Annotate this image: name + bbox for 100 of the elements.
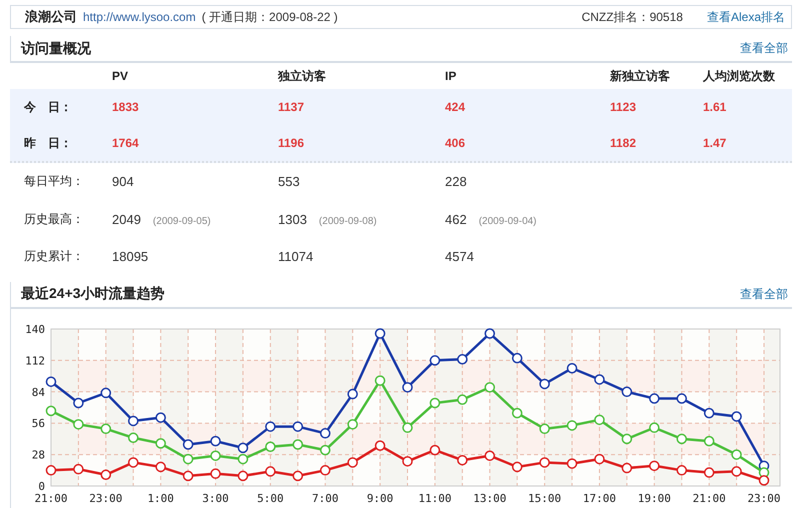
point xyxy=(649,460,660,471)
section-title: 访问量概况 xyxy=(21,40,91,58)
point xyxy=(731,466,742,476)
point xyxy=(594,453,605,464)
point xyxy=(182,438,194,450)
point xyxy=(320,428,330,438)
stat-value: 904 xyxy=(112,174,134,190)
point xyxy=(182,470,194,481)
view-all-link[interactable]: 查看全部 xyxy=(740,286,788,302)
axis-label: 23:00 xyxy=(747,492,781,504)
column-header: 人均浏览次数 xyxy=(703,68,776,84)
column-header: IP xyxy=(445,69,458,83)
point xyxy=(457,394,468,404)
stat-value: 4574 xyxy=(445,249,474,264)
stat-value: 1123 xyxy=(610,100,636,114)
point xyxy=(265,466,276,476)
point xyxy=(484,328,496,338)
axis-label: 17:00 xyxy=(582,492,616,504)
view-all-link[interactable]: 查看全部 xyxy=(740,40,788,57)
point xyxy=(731,410,742,422)
axis-label: 28 xyxy=(32,448,45,462)
point xyxy=(512,407,522,418)
point xyxy=(402,422,413,432)
point xyxy=(320,444,330,455)
stat-value: 2049 xyxy=(112,212,141,227)
point xyxy=(704,407,714,418)
axis-label: 56 xyxy=(32,416,45,430)
point xyxy=(128,432,139,443)
column-header: PV xyxy=(112,69,130,83)
stat-value: 406 xyxy=(445,136,466,150)
point xyxy=(210,435,221,446)
point xyxy=(402,382,413,392)
axis-label: 3:00 xyxy=(202,492,229,504)
point xyxy=(676,392,687,404)
axis-label: 0 xyxy=(38,480,45,492)
point xyxy=(238,470,248,481)
axis-label: 13:00 xyxy=(473,492,506,504)
point xyxy=(676,433,687,444)
stat-value: 424 xyxy=(445,100,466,114)
axis-label: 112 xyxy=(25,354,45,367)
axis-label: 23:00 xyxy=(89,492,122,504)
stat-value: 1764 xyxy=(112,136,139,150)
alexa-link[interactable]: 查看Alexa排名 xyxy=(706,8,785,26)
section-title: 最近24+3小时流量趋势 xyxy=(21,285,165,303)
point xyxy=(539,423,550,434)
axis-label: 21:00 xyxy=(34,492,68,504)
point xyxy=(539,456,550,468)
axis-label: 84 xyxy=(32,385,45,398)
stat-value: 11074 xyxy=(278,249,314,264)
point xyxy=(430,444,440,455)
point xyxy=(649,422,660,432)
axis-label: 15:00 xyxy=(528,492,562,504)
point xyxy=(539,378,550,389)
axis-label: 21:00 xyxy=(692,492,726,504)
column-header: 新独立访客 xyxy=(610,68,671,84)
site-url: http://www.lysoo.com xyxy=(83,10,196,24)
point xyxy=(46,464,56,476)
axis-label: 11:00 xyxy=(418,492,452,504)
point xyxy=(374,440,386,450)
point xyxy=(100,469,112,480)
row-label: 历史累计： xyxy=(24,248,85,266)
record-date: (2009-09-04) xyxy=(478,216,537,227)
row-label: 今 日： xyxy=(24,98,73,116)
stat-value: 553 xyxy=(278,174,300,190)
point xyxy=(347,388,358,399)
point xyxy=(457,354,468,364)
stat-value: 18095 xyxy=(112,249,148,264)
record-date: (2009-09-08) xyxy=(318,216,377,227)
point xyxy=(649,392,660,404)
point xyxy=(155,461,166,472)
point xyxy=(292,420,304,432)
point xyxy=(758,474,770,486)
point xyxy=(430,397,440,408)
row-label: 昨 日： xyxy=(24,134,73,152)
point xyxy=(347,456,358,468)
row-label: 历史最高： xyxy=(24,210,85,228)
point xyxy=(73,397,84,408)
open-date: ( 开通日期：2009-08-22 ) xyxy=(202,8,338,26)
stat-value: 1.47 xyxy=(703,136,726,150)
stat-value: 1833 xyxy=(112,100,139,114)
point xyxy=(238,442,248,453)
point xyxy=(566,362,578,373)
stat-value: 1137 xyxy=(278,100,304,114)
point xyxy=(155,438,166,448)
point xyxy=(46,405,56,416)
point xyxy=(374,374,386,386)
axis-label: 9:00 xyxy=(366,492,394,504)
point xyxy=(210,468,221,478)
point xyxy=(622,433,632,444)
point xyxy=(731,448,742,460)
point xyxy=(594,414,605,425)
point xyxy=(73,418,84,430)
rank-text: CNZZ排名：90518 xyxy=(582,8,683,26)
axis-label: 1:00 xyxy=(147,492,174,504)
point xyxy=(155,412,166,422)
point xyxy=(374,328,386,338)
point xyxy=(676,464,687,476)
stat-value: 228 xyxy=(445,174,467,190)
point xyxy=(566,420,578,430)
point xyxy=(100,423,112,434)
